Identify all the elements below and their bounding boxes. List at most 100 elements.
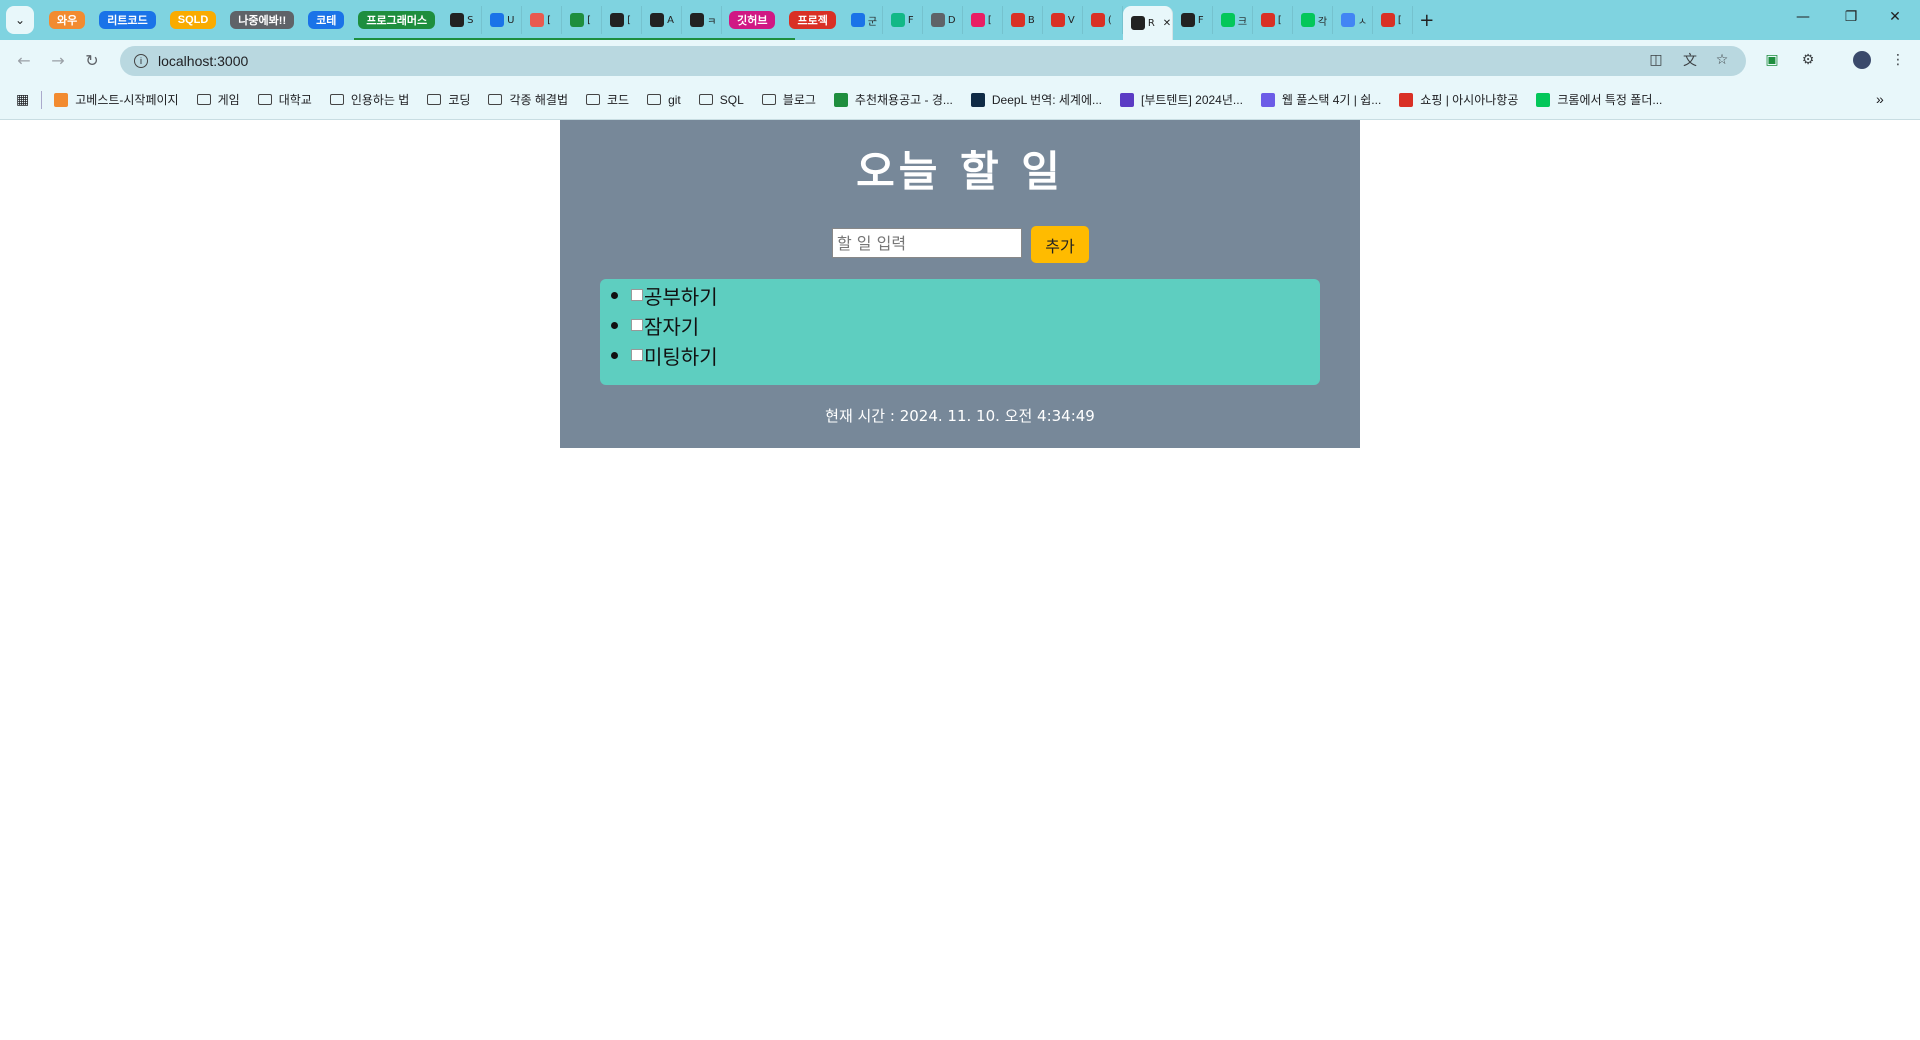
bookmark-star-icon[interactable]: ☆ (1712, 50, 1732, 70)
todo-checkbox[interactable] (631, 319, 643, 331)
browser-tab[interactable]: V (1043, 6, 1083, 34)
tab-group-a1[interactable]: 리트코드 (99, 11, 156, 29)
browser-tab[interactable]: F (1173, 6, 1213, 34)
favicon-icon (1399, 92, 1414, 107)
url-text: localhost:3000 (158, 53, 249, 69)
browser-tab[interactable]: 군 (843, 6, 883, 34)
browser-tab[interactable]: A (642, 6, 683, 34)
browser-tab[interactable]: [ (562, 6, 603, 34)
tab-group-b0[interactable]: 깃허브 (729, 11, 776, 29)
page-title: 오늘 할 일 (856, 147, 1064, 196)
bookmark-item[interactable]: 웹 풀스택 4기 | 쉽... (1260, 91, 1382, 108)
address-bar[interactable]: i localhost:3000 (120, 46, 1746, 76)
browser-tab[interactable]: ㅋ (682, 6, 723, 34)
tab-title: B (1027, 14, 1035, 26)
restore-button[interactable]: ❐ (1828, 0, 1874, 34)
extensions-puzzle-icon[interactable]: ⚙ (1798, 50, 1818, 70)
more-bookmarks-icon[interactable]: » (1876, 91, 1884, 107)
back-button[interactable]: ← (10, 46, 38, 74)
tab-group-a3[interactable]: 나중에봐!! (230, 11, 295, 29)
bookmark-folder[interactable]: 블로그 (761, 91, 816, 108)
browser-tab[interactable]: S (442, 6, 483, 34)
translate-icon[interactable]: 文 (1680, 50, 1700, 70)
tab-group-a4[interactable]: 코테 (308, 11, 345, 29)
bookmarks-bar: ▦ 고베스트-시작페이지 게임 대학교 인용하는 법 코딩 각종 해결법 코드 git SQL 블… (0, 80, 1920, 120)
bookmark-folder[interactable]: 코딩 (427, 91, 470, 108)
bookmark-folder[interactable]: 각종 해결법 (488, 91, 568, 108)
bookmark-folder[interactable]: 코드 (586, 91, 629, 108)
folder-icon (698, 94, 713, 105)
install-app-icon[interactable]: ◫ (1646, 50, 1666, 70)
new-tab-button[interactable]: + (1413, 6, 1441, 34)
restore-icon: ❐ (1844, 9, 1858, 25)
bookmark-label: 웹 풀스택 4기 | 쉽... (1281, 93, 1382, 107)
add-button[interactable]: 추가 (1031, 226, 1089, 263)
profile-avatar[interactable] (1852, 50, 1872, 70)
todo-item: 미팅하기 (611, 340, 1320, 370)
close-tab-icon[interactable]: ✕ (1163, 18, 1171, 29)
notion-icon (450, 13, 465, 27)
bookmark-label: [부트텐트] 2024년... (1141, 93, 1243, 107)
todo-checkbox[interactable] (631, 289, 643, 301)
browser-tab[interactable]: 크 (1213, 6, 1253, 34)
tab-group-a0[interactable]: 와우 (49, 11, 86, 29)
reload-button[interactable]: ↻ (78, 46, 106, 74)
close-window-button[interactable]: ✕ (1872, 0, 1918, 34)
browser-tab[interactable]: D (923, 6, 963, 34)
tab-title: ㅋ (707, 16, 717, 28)
todo-items: 공부하기 잠자기 미팅하기 (611, 280, 1320, 370)
arrow-right-icon: → (51, 50, 65, 70)
more-menu-icon[interactable]: ⋮ (1888, 50, 1908, 70)
bookmark-item[interactable]: DeepL 번역: 세계에... (970, 91, 1102, 108)
folder-icon (586, 94, 600, 105)
browser-tab[interactable]: [ (602, 6, 643, 34)
forward-button[interactable]: → (44, 46, 72, 74)
minimize-button[interactable]: — (1780, 0, 1826, 34)
todo-item: 공부하기 (611, 280, 1320, 310)
todo-text: 미팅하기 (644, 344, 718, 369)
tab-group-a2[interactable]: SQLD (169, 11, 217, 29)
tab-group-b1[interactable]: 프로젝 (789, 11, 836, 29)
apps-button[interactable]: ▦ (16, 91, 29, 108)
bookmark-folder[interactable]: git (647, 93, 681, 107)
tab-title: [ (587, 14, 591, 26)
todo-input[interactable] (832, 228, 1022, 258)
folder-icon (761, 94, 776, 105)
tab-title: [ (547, 14, 551, 26)
tab-title: A (667, 14, 674, 26)
tab-title: [ (627, 14, 631, 26)
browser-tab[interactable]: ( (1083, 6, 1123, 34)
browser-tab[interactable]: [ (1373, 6, 1413, 34)
browser-tab[interactable]: [ (963, 6, 1003, 34)
bookmark-item[interactable]: 고베스트-시작페이지 (54, 91, 179, 108)
bookmark-item[interactable]: 쇼핑 | 아시아나항공 (1399, 91, 1518, 108)
shield-icon (1010, 13, 1025, 27)
browser-tab[interactable]: U (482, 6, 523, 34)
site-info-icon[interactable]: i (134, 54, 148, 68)
browser-tab[interactable]: [ (1253, 6, 1293, 34)
bookmark-divider (41, 90, 43, 109)
bookmark-folder[interactable]: SQL (698, 93, 744, 107)
extension-green-icon[interactable]: ▣ (1762, 50, 1782, 70)
bookmark-folder[interactable]: 인용하는 법 (329, 91, 409, 108)
browser-tab[interactable]: [ (522, 6, 563, 34)
browser-tab[interactable]: B (1003, 6, 1043, 34)
react-icon (1130, 16, 1145, 30)
folder-icon (427, 94, 442, 105)
browser-tab[interactable]: F (883, 6, 923, 34)
browser-tab[interactable]: 각 (1293, 6, 1333, 34)
browser-toolbar: ← → ↻ i localhost:3000 ◫ 文 ☆ ▣ ⚙ ⋮ (0, 40, 1920, 80)
plus-icon: + (1419, 9, 1435, 31)
bookmark-item[interactable]: 추천채용공고 - 경... (833, 91, 953, 108)
browser-tab[interactable]: ㅅ (1333, 6, 1373, 34)
tab-list: S U [ [ [ A ㅋ (442, 6, 723, 34)
bookmark-folder[interactable]: 대학교 (257, 91, 312, 108)
tab-strip: ⌄ 와우 리트코드 SQLD 나중에봐!! 코테 프로그래머스 S U [ [ [ A ㅋ 깃허브 프로… (0, 0, 1920, 40)
tab-search-button[interactable]: ⌄ (6, 6, 34, 34)
todo-checkbox[interactable] (631, 349, 643, 361)
bookmark-folder[interactable]: 게임 (196, 91, 240, 108)
tab-group-a5[interactable]: 프로그래머스 (354, 11, 794, 40)
browser-tab[interactable]: R ✕ (1122, 6, 1173, 40)
bookmark-item[interactable]: 크롬에서 특정 폴더... (1536, 91, 1662, 108)
bookmark-item[interactable]: [부트텐트] 2024년... (1120, 91, 1243, 108)
